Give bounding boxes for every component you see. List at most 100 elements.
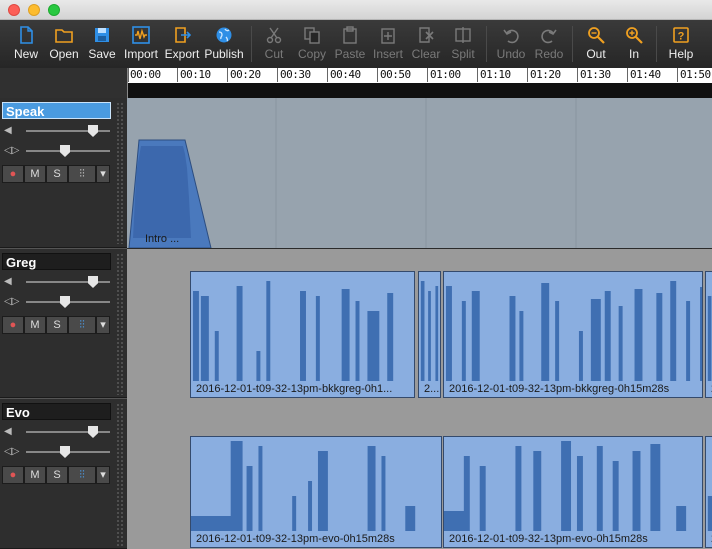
ruler-scrub-bar[interactable] <box>128 83 712 98</box>
volume-slider[interactable]: ◀︎ <box>4 275 110 289</box>
insert-icon <box>381 28 395 44</box>
mute-button[interactable]: M <box>24 316 46 334</box>
clip-label: 2016-12-01-t09-32-13pm-evo-0h15m28s <box>449 533 648 545</box>
track-buttons: ● M S ⫶⫶ ▾ <box>2 466 110 484</box>
insert-button[interactable]: Insert <box>370 20 406 68</box>
track-lane-evo[interactable]: 2016-12-01-t09-32-13pm-evo-0h15m28s 2016… <box>127 399 712 549</box>
zoom-window-button[interactable] <box>48 4 60 16</box>
clip-label: 2016-12-01-t09-32-13pm-evo-0h15m28s <box>196 533 395 545</box>
toolbar-separator <box>656 26 657 62</box>
pan-slider[interactable]: ◁▷ <box>4 144 110 158</box>
track-lane-greg[interactable]: 2016-12-01-t09-32-13pm-bkkgreg-0h1... 2.… <box>127 249 712 399</box>
track-buttons: ● M S ⫶⫶ ▾ <box>2 165 110 183</box>
clear-button[interactable]: Clear <box>409 20 443 68</box>
track-menu-button[interactable]: ▾ <box>96 316 110 334</box>
track-name[interactable]: Greg <box>2 253 111 270</box>
effects-button[interactable]: ⫶⫶ <box>68 316 96 334</box>
mute-button[interactable]: M <box>24 165 46 183</box>
track-menu-button[interactable]: ▾ <box>96 466 110 484</box>
split-button[interactable]: Split <box>447 20 479 68</box>
ruler-tick-label: 01:30 <box>580 68 611 81</box>
track-drag-handle[interactable] <box>116 102 124 244</box>
track-name[interactable]: Speak <box>2 102 111 119</box>
audio-clip[interactable]: 2... <box>418 271 441 398</box>
help-button[interactable]: ? Help <box>664 20 698 68</box>
audio-clip[interactable]: 2016-12-01-t09-32-13pm-bkkgreg-0h15m28s <box>443 271 703 398</box>
clip-label: 2016-12-01-t09-32-13pm-bkkgreg-0h15m28s <box>449 383 670 395</box>
audio-clip[interactable]: 2016-12-01-t09-32-13pm-evo-0h15m28s <box>190 436 442 548</box>
volume-icon: ◀︎ <box>4 426 12 437</box>
track-lane-speak[interactable]: Intro ... <box>127 98 712 248</box>
zoom-in-icon <box>626 27 643 44</box>
volume-icon: ◀︎ <box>4 125 12 136</box>
ruler-tick-label: 00:50 <box>380 68 411 81</box>
pan-knob[interactable] <box>60 446 70 458</box>
open-button[interactable]: Open <box>46 20 82 68</box>
audio-clip[interactable]: 2 <box>705 436 712 548</box>
solo-button[interactable]: S <box>46 165 68 183</box>
pan-icon: ◁▷ <box>4 296 20 307</box>
timeline-ruler[interactable]: 00:00 00:10 00:20 00:30 00:40 00:50 01:0… <box>127 68 712 98</box>
track-menu-button[interactable]: ▾ <box>96 165 110 183</box>
paste-button[interactable]: Paste <box>332 20 368 68</box>
volume-knob[interactable] <box>88 276 98 288</box>
effects-button[interactable]: ⫶⫶ <box>68 466 96 484</box>
track-name[interactable]: Evo <box>2 403 111 420</box>
pan-slider[interactable]: ◁▷ <box>4 445 110 459</box>
volume-slider[interactable]: ◀︎ <box>4 425 110 439</box>
record-arm-button[interactable]: ● <box>2 316 24 334</box>
zoom-out-button[interactable]: Out <box>580 20 612 68</box>
close-window-button[interactable] <box>8 4 20 16</box>
record-arm-button[interactable]: ● <box>2 466 24 484</box>
ruler-tick-label: 00:30 <box>280 68 311 81</box>
waveform <box>707 496 712 531</box>
copy-button[interactable]: Copy <box>295 20 329 68</box>
record-arm-button[interactable]: ● <box>2 165 24 183</box>
mute-button[interactable]: M <box>24 466 46 484</box>
clip-label: 2... <box>424 383 440 395</box>
save-button[interactable]: Save <box>86 20 118 68</box>
folder-icon <box>55 29 73 43</box>
insert-label: Insert <box>372 47 403 61</box>
toolbar: New Open Save Import Export Publish Cut … <box>0 20 712 68</box>
volume-knob[interactable] <box>88 426 98 438</box>
export-button[interactable]: Export <box>162 20 202 68</box>
import-audio-icon <box>132 26 150 44</box>
redo-label: Redo <box>534 47 564 61</box>
open-label: Open <box>49 47 79 61</box>
copy-icon <box>304 27 320 44</box>
audio-clip[interactable]: 2016-12-01-t09-32-13pm-bkkgreg-0h1... <box>190 271 415 398</box>
track-drag-handle[interactable] <box>116 403 124 546</box>
zoom-in-button[interactable]: In <box>618 20 650 68</box>
clear-icon <box>419 27 434 43</box>
solo-button[interactable]: S <box>46 466 68 484</box>
pan-knob[interactable] <box>60 145 70 157</box>
volume-knob[interactable] <box>88 125 98 137</box>
import-button[interactable]: Import <box>122 20 160 68</box>
pan-knob[interactable] <box>60 296 70 308</box>
paste-label: Paste <box>334 47 366 61</box>
audio-clip[interactable]: 2 <box>705 271 712 398</box>
title-bar <box>0 0 712 20</box>
cut-button[interactable]: Cut <box>258 20 290 68</box>
clip-label: 2016-12-01-t09-32-13pm-bkkgreg-0h1... <box>196 383 393 395</box>
redo-button[interactable]: Redo <box>532 20 566 68</box>
toolbar-separator <box>486 26 487 62</box>
undo-label: Undo <box>496 47 526 61</box>
undo-button[interactable]: Undo <box>494 20 528 68</box>
effects-button[interactable]: ⫶⫶ <box>68 165 96 183</box>
zoom-out-label: Out <box>586 47 606 61</box>
track-drag-handle[interactable] <box>116 253 124 395</box>
clear-label: Clear <box>411 47 441 61</box>
volume-slider[interactable]: ◀︎ <box>4 124 110 138</box>
publish-button[interactable]: Publish <box>203 20 245 68</box>
minimize-window-button[interactable] <box>28 4 40 16</box>
solo-button[interactable]: S <box>46 316 68 334</box>
help-icon: ? <box>673 27 689 43</box>
audio-clip[interactable]: 2016-12-01-t09-32-13pm-evo-0h15m28s <box>443 436 703 548</box>
waveform <box>192 281 394 381</box>
redo-icon <box>541 29 557 44</box>
pan-slider[interactable]: ◁▷ <box>4 295 110 309</box>
new-button[interactable]: New <box>8 20 44 68</box>
scissors-icon <box>266 27 282 44</box>
